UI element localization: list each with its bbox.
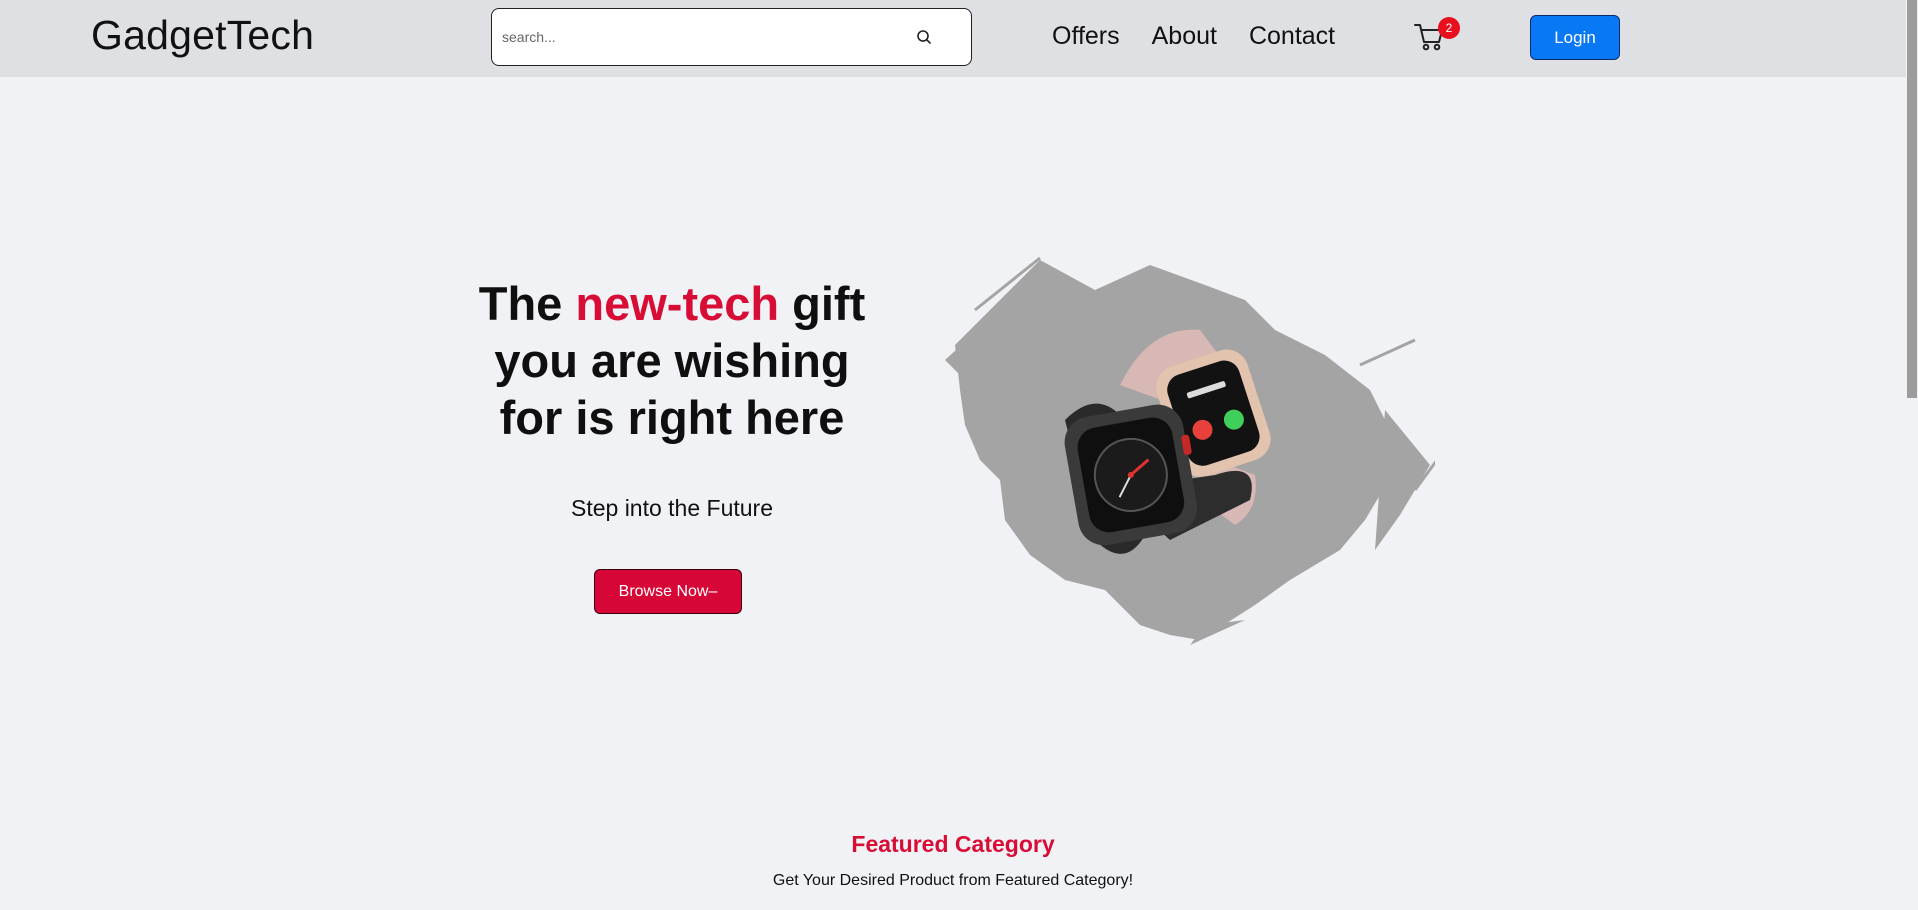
search-bar [491, 8, 972, 66]
featured-title: Featured Category [851, 831, 1055, 857]
cart-button[interactable]: 2 [1413, 17, 1460, 54]
page-scrollbar[interactable] [1906, 0, 1918, 910]
nav-about[interactable]: About [1152, 22, 1217, 51]
scrollbar-thumb[interactable] [1907, 0, 1917, 398]
featured-subtitle: Get Your Desired Product from Featured C… [772, 872, 1134, 889]
brand-logo[interactable]: GadgetTech [91, 12, 314, 59]
top-header: GadgetTech Offers About Contact 2 Lo [0, 0, 1906, 77]
hero-title: The new-tech gift you are wishing for is… [472, 275, 872, 446]
browse-now-button[interactable]: Browse Now– [594, 569, 742, 614]
search-input[interactable] [502, 23, 902, 51]
hero-title-start: The [478, 277, 576, 330]
hero-smartwatch-image [945, 256, 1435, 645]
page: GadgetTech Offers About Contact 2 Lo [0, 0, 1918, 910]
nav-offers[interactable]: Offers [1052, 22, 1120, 51]
nav-contact[interactable]: Contact [1249, 22, 1335, 51]
hero-title-accent: new-tech [575, 277, 780, 330]
search-icon[interactable] [912, 25, 936, 49]
hero-subtitle: Step into the Future [570, 495, 773, 521]
main-nav: Offers About Contact [1052, 22, 1335, 51]
cart-count-badge: 2 [1438, 17, 1460, 39]
login-button[interactable]: Login [1530, 15, 1620, 60]
